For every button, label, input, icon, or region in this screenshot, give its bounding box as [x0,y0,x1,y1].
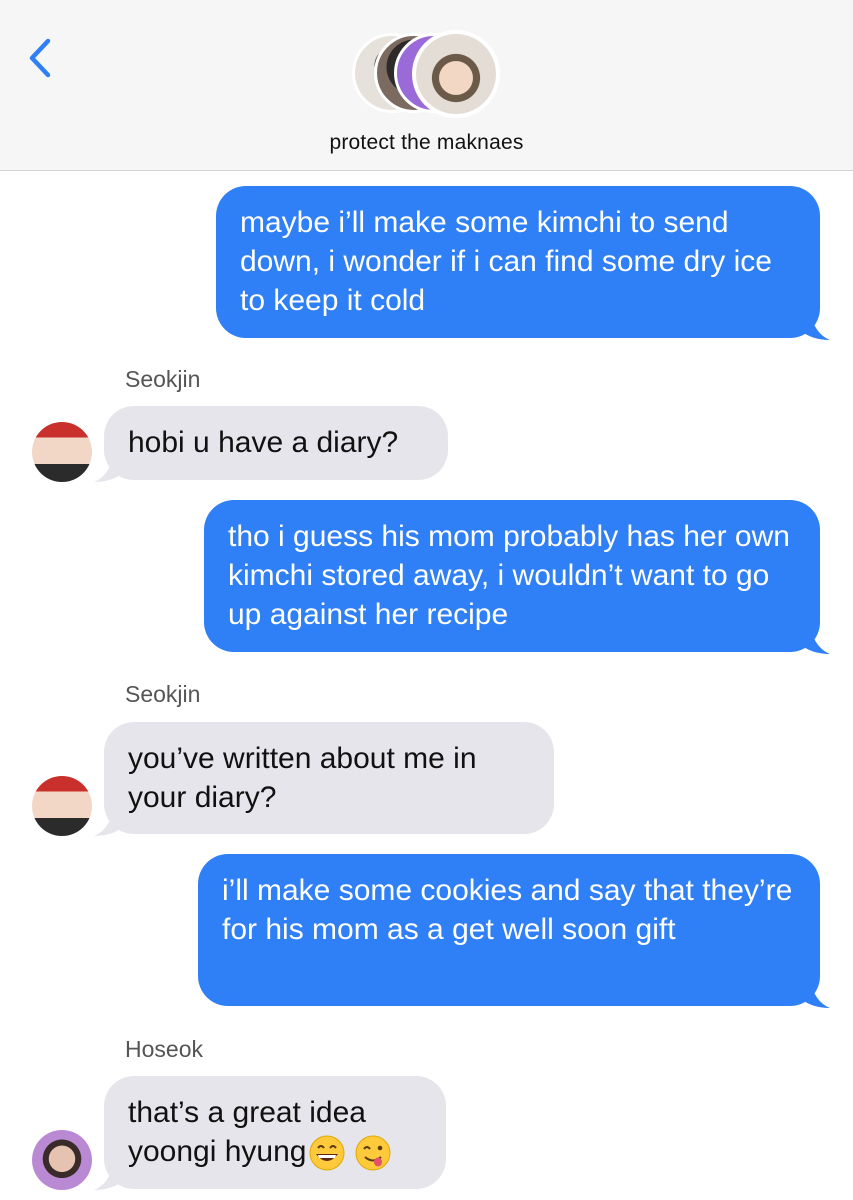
bubble-tail [800,310,830,340]
avatar[interactable] [32,422,92,482]
conversation-header: protect the maknaes [0,0,853,171]
bubble-tail [94,1160,124,1190]
bubble-tail [800,978,830,1008]
message-bubble-incoming: you’ve written about me in your diary? [104,722,554,834]
grinning-face-emoji [309,1135,345,1171]
chevron-left-icon [29,38,51,78]
avatar[interactable] [32,776,92,836]
message-text: you’ve written about me in your diary? [128,742,477,814]
avatar [412,30,500,118]
message-bubble-incoming: that’s a great idea yoongi hyung [104,1076,446,1189]
message-bubble-outgoing: tho i guess his mom probably has her own… [204,500,820,652]
message-text: tho i guess his mom probably has her own… [228,520,790,631]
sender-name: Seokjin [125,681,201,707]
bubble-tail [800,624,830,654]
avatar[interactable] [32,1130,92,1190]
bubble-tail [94,806,124,836]
message-bubble-outgoing: i’ll make some cookies and say that they… [198,854,820,1006]
bubble-tail [94,452,124,482]
face-savoring-food-emoji [355,1135,391,1171]
message-text: maybe i’ll make some kimchi to send down… [240,206,772,317]
message-text: hobi u have a diary? [128,426,399,459]
sender-name: Hoseok [125,1036,203,1062]
group-name[interactable]: protect the maknaes [0,131,853,155]
sender-name: Seokjin [125,366,201,392]
message-bubble-incoming: hobi u have a diary? [104,406,448,480]
group-avatar-stack[interactable] [350,30,505,120]
message-bubble-outgoing: maybe i’ll make some kimchi to send down… [216,186,820,338]
message-text: i’ll make some cookies and say that they… [222,874,793,946]
back-button[interactable] [20,30,64,86]
